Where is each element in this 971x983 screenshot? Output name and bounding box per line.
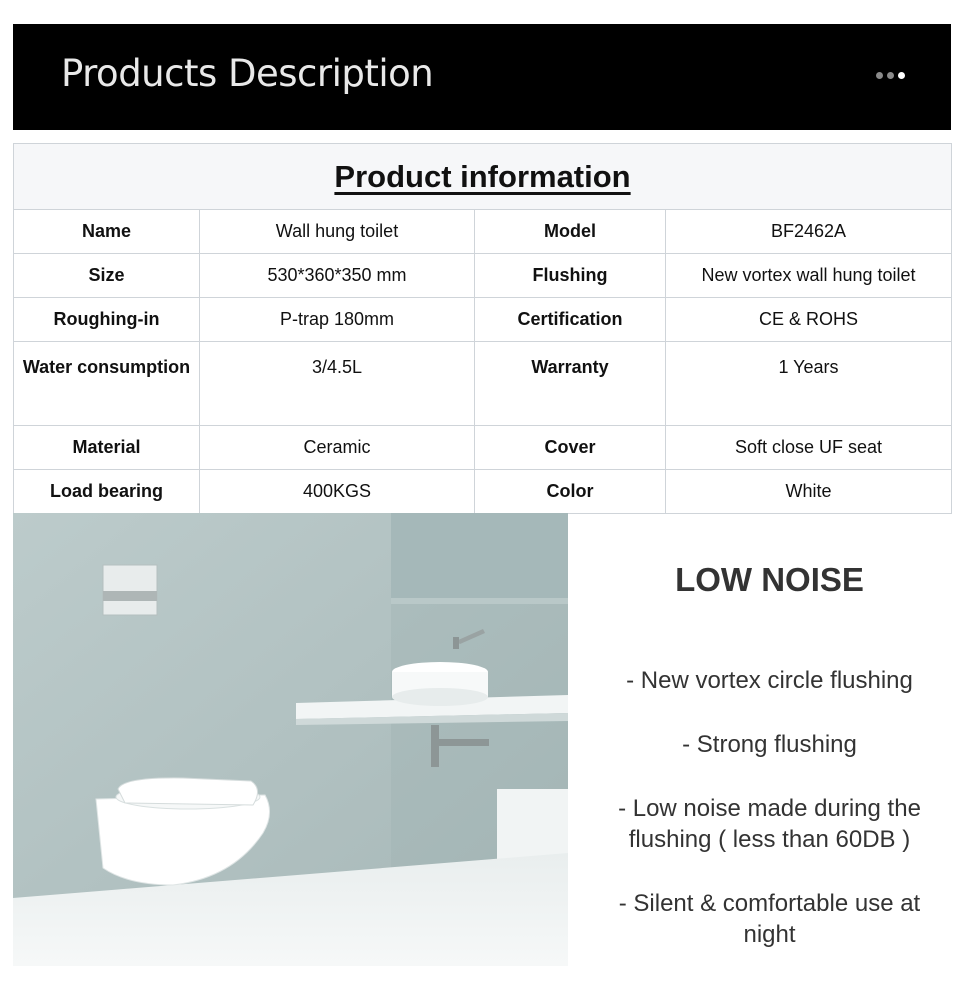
spec-label: Material xyxy=(13,425,200,470)
spec-label: Water consumption xyxy=(13,341,200,426)
carousel-dot-active[interactable] xyxy=(898,72,905,79)
spec-label: Cover xyxy=(474,425,666,470)
table-row: Size 530*360*350 mm Flushing New vortex … xyxy=(13,253,953,298)
product-info-table: Product information Name Wall hung toile… xyxy=(12,143,953,514)
table-title: Product information xyxy=(12,143,953,210)
spec-value: 1 Years xyxy=(664,341,953,426)
table-row: Water consumption 3/4.5L Warranty 1 Year… xyxy=(13,341,953,426)
table-row: Name Wall hung toilet Model BF2462A xyxy=(13,209,953,254)
spec-value: White xyxy=(664,469,953,514)
table-row: Load bearing 400KGS Color White xyxy=(13,469,953,514)
spec-label: Color xyxy=(474,469,666,514)
feature-list: - New vortex circle flushing - Strong fl… xyxy=(602,665,937,983)
feature-point: - Strong flushing xyxy=(682,731,857,758)
spec-value: CE & ROHS xyxy=(664,297,953,342)
feature-point: - New vortex circle flushing xyxy=(626,667,913,694)
feature-point: - Silent & comfortable use at night xyxy=(618,890,921,948)
spec-value: New vortex wall hung toilet xyxy=(664,253,953,298)
header-banner: Products Description xyxy=(13,24,951,130)
spec-label: Name xyxy=(13,209,200,254)
carousel-dot[interactable] xyxy=(876,72,883,79)
spec-label: Warranty xyxy=(474,341,666,426)
spec-value: 400KGS xyxy=(199,469,475,514)
spec-label: Model xyxy=(474,209,666,254)
feature-point: - Low noise made during the flushing ( l… xyxy=(618,795,921,853)
product-photo xyxy=(13,513,568,966)
spec-value: Wall hung toilet xyxy=(199,209,475,254)
spec-label: Roughing-in xyxy=(13,297,200,342)
spec-label: Certification xyxy=(474,297,666,342)
spec-label: Flushing xyxy=(474,253,666,298)
spec-label: Load bearing xyxy=(13,469,200,514)
table-row: Roughing-in P-trap 180mm Certification C… xyxy=(13,297,953,342)
spec-value: 530*360*350 mm xyxy=(199,253,475,298)
carousel-dot[interactable] xyxy=(887,72,894,79)
spec-value: Soft close UF seat xyxy=(664,425,953,470)
spec-label: Size xyxy=(13,253,200,298)
spec-value: BF2462A xyxy=(664,209,953,254)
feature-title: LOW NOISE xyxy=(675,561,864,598)
spec-value: 3/4.5L xyxy=(199,341,475,426)
feature-panel: LOW NOISE - New vortex circle flushing -… xyxy=(568,513,971,966)
carousel-dots xyxy=(876,72,905,79)
banner-title: Products Description xyxy=(61,52,434,95)
spec-value: Ceramic xyxy=(199,425,475,470)
table-row: Material Ceramic Cover Soft close UF sea… xyxy=(13,425,953,470)
spec-value: P-trap 180mm xyxy=(199,297,475,342)
